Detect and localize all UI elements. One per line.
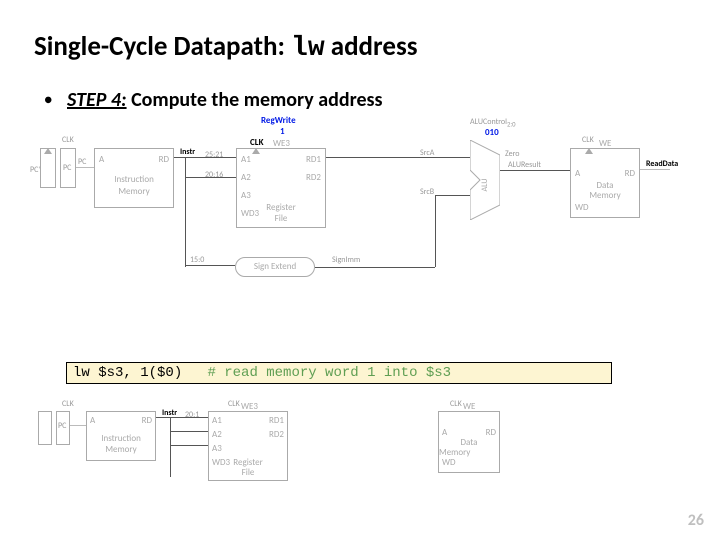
title-post: address [325,30,418,63]
step-rest: Compute the memory address [127,88,383,112]
dm-l2: Memory [571,191,639,201]
datapath-diagram-partial: CLK CLK CLK PC A RD Instruction Memory I… [30,395,630,515]
signimm-lbl: SignImm [332,255,360,265]
rf-rd1: RD1 [306,155,321,165]
regwrite-label: RegWrite [261,115,296,126]
sign-extend: Sign Extend [235,257,315,277]
d2-rf: A1 A2 A3 WD3 RD1 RD2 WE3 Register File [208,411,288,481]
bits2521: 25:21 [205,150,223,160]
srca-lbl: SrcA [420,148,434,158]
d2-clk-dm: CLK [450,399,462,409]
alu: ALU [470,140,500,220]
srcb-lbl: SrcB [420,187,434,197]
dm-a: A [575,169,580,179]
dm-we: WE [599,139,611,149]
code-example: lw $s3, 1($0) # read memory word 1 into … [66,362,612,384]
d2-clk-rf: CLK [228,399,240,409]
dm-wd: WD [575,203,589,213]
rf-a1: A1 [241,155,251,165]
bullet-step4: ● STEP 4: Compute the memory address [44,88,383,112]
zero-lbl: Zero [505,149,519,159]
clk-rf: CLK [250,137,264,148]
imem-l1: Instruction [95,175,173,185]
bullet-marker: ● [44,91,52,108]
rf-rd2: RD2 [306,173,321,183]
svg-text:ALU: ALU [480,179,490,192]
clk-dmem: CLK [582,135,594,145]
rf-l2: File [237,214,325,224]
bits150: 15:0 [190,255,204,265]
pc-txt: PC [63,163,71,173]
instruction-memory: A RD Instruction Memory [94,148,174,208]
readdata-lbl: ReadData [646,159,678,169]
datapath-diagram-full: RegWrite 1 ALUControl2:0 010 CLK CLK CLK… [30,115,690,285]
imem-rd: RD [159,155,169,165]
aluctrl-val: 010 [485,127,499,138]
pc-prime-reg [40,148,56,188]
aluresult-lbl: ALUResult [508,160,541,170]
title-mono: lw [291,33,325,64]
register-file: A1 A2 A3 WD3 RD1 RD2 WE3 Register File [236,148,326,228]
rf-l1: Register [237,203,325,213]
rf-a2: A2 [241,173,251,183]
pcprime-label: PC' [30,165,40,175]
d2-clk-pc: CLK [62,399,74,409]
d2-pcprime [38,411,52,445]
rf-a3: A3 [241,191,251,201]
page-number: 26 [688,511,704,530]
d2-imem: A RD Instruction Memory [86,411,156,461]
instr-sig: Instr [180,147,195,157]
slide-title: Single-Cycle Datapath: lw address [34,30,417,64]
bits2016: 20:16 [205,170,223,180]
title-pre: Single-Cycle Datapath: [34,30,291,63]
clk-pc: CLK [62,135,74,145]
dm-rd: RD [625,169,635,179]
d2-dmem: A RD WD WE Data Memory [438,411,500,473]
code-inst: lw $s3, 1($0) [73,365,182,381]
regwrite-val: 1 [280,126,285,137]
rf-we3: WE3 [273,139,290,149]
d2-bits201: 20:1 [185,410,199,420]
data-memory: A RD WD WE Data Memory [570,148,640,218]
code-comment: # read memory word 1 into $s3 [207,365,451,381]
imem-a: A [99,155,104,165]
imem-l2: Memory [95,187,173,197]
step-label: STEP 4: [67,88,127,112]
pc-sig: PC [78,157,86,167]
